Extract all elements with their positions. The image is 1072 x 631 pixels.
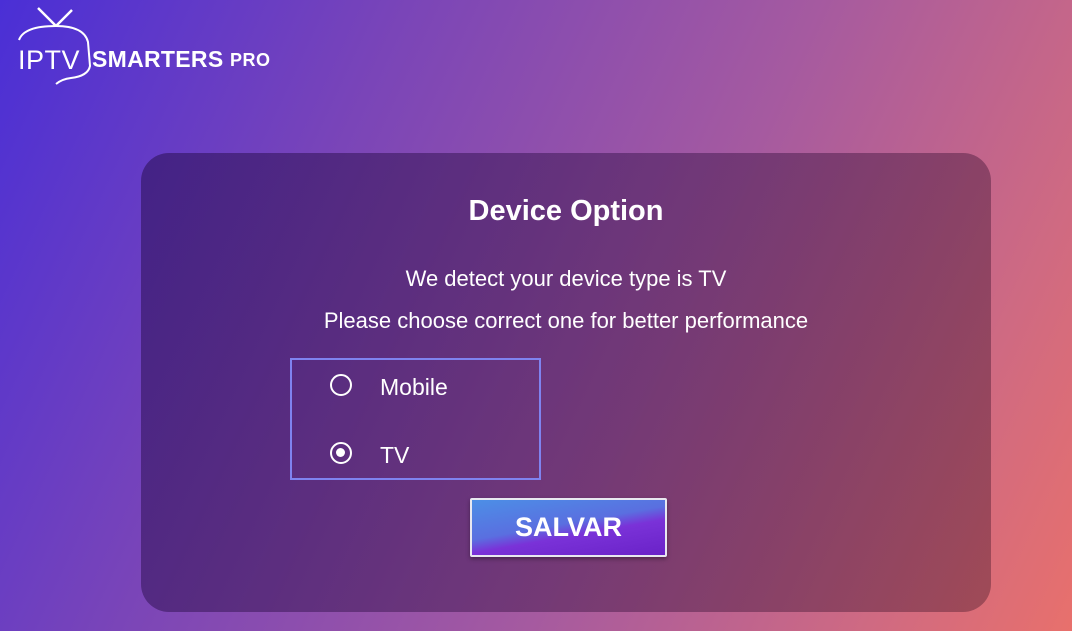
radio-dot [336, 448, 345, 457]
radio-label-tv: TV [380, 442, 410, 468]
logo-pro-text: PRO [230, 50, 271, 70]
radio-option-tv[interactable]: TV [330, 440, 530, 470]
save-button[interactable]: SALVAR [470, 498, 667, 557]
radio-checked-icon[interactable] [330, 442, 352, 464]
radio-unchecked-icon[interactable] [330, 374, 352, 396]
detect-message: We detect your device type is TV [405, 266, 727, 291]
app-logo: IPTV SMARTERS PRO [16, 6, 316, 86]
device-radio-group: Mobile TV [290, 358, 541, 480]
device-option-dialog: Device Option We detect your device type… [141, 153, 991, 612]
logo-smarters-text: SMARTERS [92, 46, 224, 72]
choose-message: Please choose correct one for better per… [323, 308, 809, 333]
dialog-title: Device Option [468, 195, 664, 227]
logo-iptv-text: IPTV [18, 45, 81, 75]
radio-option-mobile[interactable]: Mobile [330, 372, 530, 402]
radio-label-mobile: Mobile [380, 374, 448, 400]
